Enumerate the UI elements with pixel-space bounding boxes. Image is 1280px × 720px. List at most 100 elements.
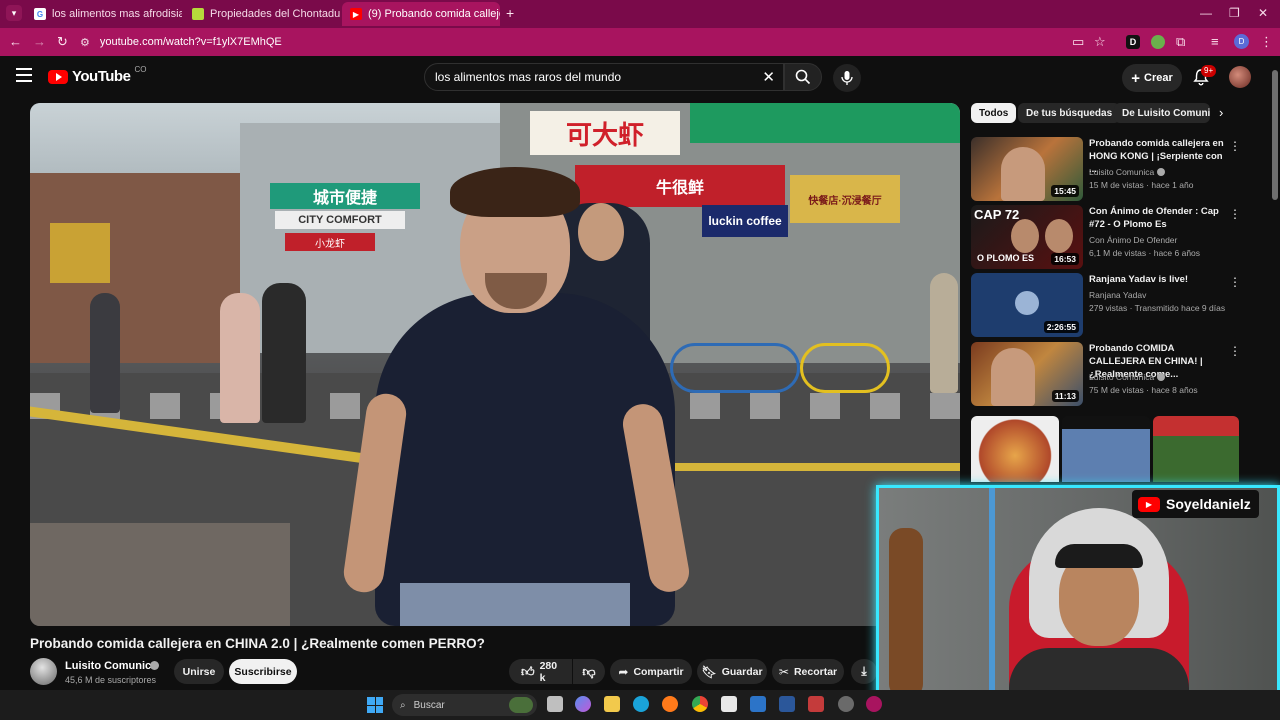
address-bar[interactable]: ⚙ youtube.com/watch?v=f1ylX7EMhQE [80, 31, 1110, 53]
save-label: Guardar [721, 665, 763, 678]
profile-avatar[interactable]: D [1234, 34, 1249, 49]
search-button[interactable] [784, 63, 822, 91]
clear-search-icon[interactable]: ✕ [762, 68, 775, 86]
channel-avatar[interactable] [30, 658, 57, 685]
youtube-favicon-icon: ▶ [350, 8, 362, 20]
video-thumbnail[interactable]: 15:45 [971, 137, 1083, 201]
chrome-icon[interactable] [692, 696, 708, 712]
join-button[interactable]: Unirse [174, 659, 224, 684]
hamburger-menu-icon[interactable] [16, 68, 32, 82]
thumbs-down-icon: 👎︎ [582, 663, 596, 679]
plus-icon: + [1131, 69, 1140, 87]
browser-menu-icon[interactable]: ⋮ [1260, 34, 1273, 50]
obs-icon[interactable] [838, 696, 854, 712]
media-controls-icon[interactable]: ≡ [1211, 34, 1219, 49]
youtube-logo[interactable]: YouTube CO [48, 65, 146, 85]
shop-sign-yellow [50, 223, 110, 283]
extensions-puzzle-icon[interactable]: ⧉ [1176, 34, 1185, 50]
forward-icon[interactable]: → [33, 34, 46, 49]
word-icon[interactable] [779, 696, 795, 712]
download-icon: ⤓ [861, 664, 867, 678]
recommendation-item[interactable]: CAP 72 O PLOMO ES 16:53 Con Ánimo de Ofe… [971, 205, 1241, 269]
led-strip [989, 488, 995, 697]
cast-icon[interactable]: ▭ [1072, 34, 1084, 50]
app-icon[interactable] [808, 696, 824, 712]
recommendation-channel[interactable]: Con Ánimo De Ofender [1089, 235, 1177, 245]
tab-search-icon[interactable]: ▾ [6, 5, 22, 21]
bookmark-star-icon[interactable]: ☆ [1094, 34, 1106, 50]
dislike-button[interactable]: 👎︎ [573, 659, 605, 684]
more-options-icon[interactable]: ⋮ [1229, 275, 1241, 289]
chip-label: Todos [979, 107, 1009, 119]
copilot-icon[interactable] [575, 696, 591, 712]
video-thumbnail[interactable]: 11:13 [971, 342, 1083, 406]
extension-shield-icon[interactable] [1151, 35, 1165, 49]
like-count: 280 k [539, 659, 558, 684]
file-explorer-icon[interactable] [604, 696, 620, 712]
reload-icon[interactable]: ↻ [57, 34, 68, 50]
create-button[interactable]: + Crear [1122, 64, 1182, 92]
page-scrollbar[interactable] [1272, 70, 1278, 200]
sidewalk [30, 523, 290, 626]
extension-icon[interactable]: D [1126, 35, 1140, 49]
channel-label: Luisito Comunica [1089, 167, 1155, 177]
thumbnail-cap-text: CAP 72 [974, 207, 1020, 222]
recommendation-channel[interactable]: Luisito Comunica [1089, 372, 1166, 382]
chip-from-channel[interactable]: De Luisito Comunic [1114, 103, 1210, 123]
bookmark-icon: 🔖︎ [701, 664, 717, 679]
subscribe-button[interactable]: Suscribirse [229, 659, 297, 684]
voice-search-button[interactable] [833, 64, 861, 92]
download-button[interactable]: ⤓ [851, 659, 877, 684]
video-player[interactable]: 城市便捷 CITY COMFORT 可大虾 牛很鲜 luckin coffee … [30, 103, 960, 626]
verified-icon [150, 661, 159, 670]
tab-chontaduro[interactable]: Propiedades del Chontaduro e ✕ [184, 2, 340, 26]
youtube-play-icon [48, 69, 68, 84]
clip-button[interactable]: ✂ Recortar [772, 659, 844, 684]
mail-icon[interactable] [750, 696, 766, 712]
save-button[interactable]: 🔖︎ Guardar [697, 659, 767, 684]
channel-name[interactable]: Luisito Comunica [65, 660, 157, 672]
shorts-thumbnail[interactable] [971, 416, 1059, 482]
task-view-icon[interactable] [547, 696, 563, 712]
edge-browser-icon[interactable] [633, 696, 649, 712]
share-button[interactable]: ➦ Compartir [610, 659, 692, 684]
store-icon[interactable] [721, 696, 737, 712]
minimize-icon[interactable]: — [1200, 6, 1212, 20]
new-tab-icon[interactable]: + [506, 5, 514, 21]
recommendation-channel[interactable]: Ranjana Yadav [1089, 290, 1146, 300]
restaurant-sign: 快餐店·沉浸餐厅 [790, 175, 900, 223]
streamer-name: Soyeldanielz [1166, 496, 1251, 512]
start-windows-icon[interactable] [367, 697, 383, 713]
chevron-right-icon[interactable]: › [1219, 105, 1223, 120]
more-options-icon[interactable]: ⋮ [1229, 207, 1241, 221]
recommendation-item[interactable]: 11:13 Probando COMIDA CALLEJERA EN CHINA… [971, 342, 1241, 406]
taskbar-search[interactable]: ⌕ Buscar [392, 694, 537, 716]
video-thumbnail[interactable]: 2:26:55 [971, 273, 1083, 337]
recommendation-title: Con Ánimo de Ofender : Cap #72 - O Plomo… [1089, 206, 1219, 230]
video-duration: 11:13 [1051, 390, 1079, 402]
chip-all[interactable]: Todos [971, 103, 1017, 123]
thumbnail-person [1045, 219, 1073, 253]
account-avatar[interactable] [1229, 66, 1251, 88]
site-info-icon[interactable]: ⚙ [80, 36, 90, 49]
firefox-icon[interactable] [662, 696, 678, 712]
tab-afrodisiacos[interactable]: G los alimentos mas afrodisiacos ✕ [26, 2, 182, 26]
window-close-icon[interactable]: ✕ [1258, 6, 1268, 20]
crayfish-small-sign: 小龙虾 [285, 233, 375, 251]
shorts-thumbnail[interactable] [1153, 416, 1239, 482]
recommendation-channel[interactable]: Luisito Comunica [1089, 167, 1166, 177]
create-label: Crear [1144, 72, 1173, 84]
chip-from-searches[interactable]: De tus búsquedas [1018, 103, 1121, 123]
back-icon[interactable]: ← [9, 34, 22, 49]
video-thumbnail[interactable]: CAP 72 O PLOMO ES 16:53 [971, 205, 1083, 269]
like-button[interactable]: 👍︎ 280 k [509, 659, 572, 684]
browser-taskbar-icon[interactable] [866, 696, 882, 712]
tab-youtube-video[interactable]: ▶ (9) Probando comida calleje 🔊 ✕ [342, 2, 500, 26]
more-options-icon[interactable]: ⋮ [1229, 139, 1241, 153]
shorts-thumbnail[interactable] [1062, 416, 1150, 482]
recommendation-item[interactable]: 15:45 Probando comida callejera en HONG … [971, 137, 1241, 201]
restore-icon[interactable]: ❐ [1229, 6, 1240, 20]
recommendation-item[interactable]: 2:26:55 Ranjana Yadav is live! Ranjana Y… [971, 273, 1241, 337]
more-options-icon[interactable]: ⋮ [1229, 344, 1241, 358]
search-input[interactable]: los alimentos mas raros del mundo ✕ [424, 63, 784, 91]
